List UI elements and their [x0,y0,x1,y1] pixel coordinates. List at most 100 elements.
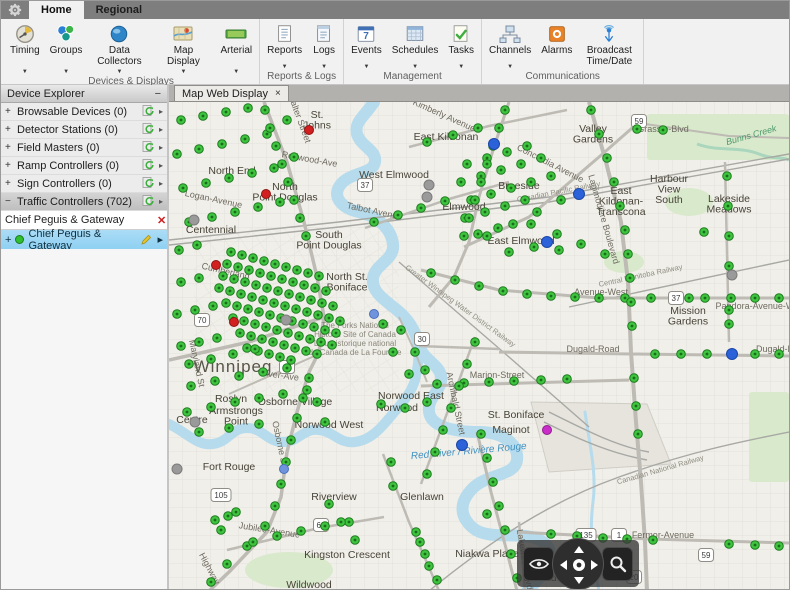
broadcast-time-date-button[interactable]: Broadcast Time/Date [578,21,640,71]
map-display-button[interactable]: Map Display▼ [152,21,214,76]
close-tab-icon[interactable]: × [275,88,281,99]
chevron-right-icon[interactable]: ▸ [159,125,163,134]
signal-glyph [276,535,279,538]
signal-glyph [442,429,445,432]
svg-text:7: 7 [364,31,370,42]
zoom-search-button[interactable] [602,547,633,581]
tasks-button[interactable]: Tasks▼ [444,21,478,71]
signal-glyph [292,281,295,284]
timing-button[interactable]: Timing▼ [6,21,44,76]
sync-devices-icon[interactable] [142,122,155,138]
dropdown-arrow-icon[interactable]: ▼ [412,62,418,71]
signal-glyph [244,281,247,284]
tree-item-traffic-controllers[interactable]: −Traffic Controllers (702)▸ [1,193,167,211]
expander-icon[interactable]: − [5,196,13,207]
dropdown-arrow-icon[interactable]: ▼ [321,62,327,71]
schedules-button[interactable]: Schedules▼ [388,21,443,71]
device-search-input[interactable] [1,214,151,226]
timing-icon [14,22,36,46]
alarms-button[interactable]: Alarms [537,21,576,71]
dropdown-arrow-icon[interactable]: ▼ [458,62,464,71]
signal-glyph [452,134,455,137]
events-button[interactable]: 7Events▼ [347,21,386,71]
dropdown-arrow-icon[interactable]: ▼ [282,62,288,71]
traffic-controller-dot-gray[interactable] [190,417,200,427]
channels-button[interactable]: Channels▼ [485,21,535,71]
sync-devices-icon[interactable] [142,194,155,210]
expander-icon[interactable]: + [5,124,13,135]
dropdown-arrow-icon[interactable]: ▼ [507,62,513,71]
sync-devices-icon[interactable] [142,158,155,174]
tab-map-web-display[interactable]: Map Web Display × [174,85,289,101]
tree-item-ramp-controllers[interactable]: +Ramp Controllers (0)▸ [1,157,167,175]
groups-button[interactable]: Groups▼ [46,21,87,76]
signal-glyph [633,377,636,380]
traffic-controller-dot-gray[interactable] [424,180,434,190]
edit-pencil-icon[interactable] [140,233,153,246]
tree-item-chief-peguis-gateway[interactable]: + Chief Peguis & Gateway ▸ [1,230,167,249]
dropdown-arrow-icon[interactable]: ▼ [22,67,28,76]
traffic-controller-dot-blue[interactable] [457,440,468,451]
expander-icon[interactable]: + [5,178,13,189]
signal-glyph [348,521,351,524]
sync-devices-icon[interactable] [142,140,155,156]
arterial-button[interactable]: Arterial▼ [216,21,256,76]
chevron-right-icon[interactable]: ▸ [159,197,163,206]
chevron-right-icon[interactable]: ▸ [159,107,163,116]
toggle-visibility-button[interactable] [523,547,554,581]
app-menu-gear-icon[interactable] [1,1,29,19]
traffic-controller-dot-gray[interactable] [172,464,182,474]
traffic-controller-dot-gray[interactable] [422,192,432,202]
signal-glyph [232,353,235,356]
signal-glyph [444,200,447,203]
dropdown-arrow-icon[interactable]: ▼ [233,67,239,76]
traffic-controller-dot-red[interactable] [230,318,239,327]
traffic-controller-dot-red[interactable] [212,261,221,270]
route-shield: 59 [699,549,714,562]
tree-item-field-masters[interactable]: +Field Masters (0)▸ [1,139,167,157]
traffic-controller-dot-gray[interactable] [189,215,199,225]
minimize-panel-button[interactable]: − [155,89,161,99]
sync-devices-icon[interactable] [142,104,155,120]
traffic-controller-dot-blue[interactable] [489,139,500,150]
traffic-controller-dot-blue[interactable] [727,349,738,360]
logs-button[interactable]: Logs▼ [308,21,340,71]
pan-control[interactable] [552,538,604,590]
ribbon-tab-regional[interactable]: Regional [84,1,154,19]
traffic-controller-dot-magenta[interactable] [543,426,552,435]
group-label: Reports & Logs [263,71,340,84]
chevron-right-icon[interactable]: ▸ [159,143,163,152]
tree-item-label: Sign Controllers (0) [17,178,138,190]
sync-devices-icon[interactable] [142,176,155,192]
ribbon-tab-home[interactable]: Home [29,1,84,19]
device-tree: +Browsable Devices (0)▸+Detector Station… [1,103,167,211]
traffic-controller-dot-gray[interactable] [727,270,737,280]
data-collectors-button[interactable]: Data Collectors▼ [88,21,150,76]
tree-item-sign-controllers[interactable]: + Sign Controllers (0) ▸ [1,175,167,193]
traffic-controller-dot-lightblue[interactable] [280,465,289,474]
dropdown-arrow-icon[interactable]: ▼ [116,67,122,76]
chevron-right-icon[interactable]: ▸ [159,179,163,188]
chevron-right-icon[interactable]: ▸ [157,233,163,246]
chevron-right-icon[interactable]: ▸ [159,161,163,170]
tree-item-browsable-devices[interactable]: +Browsable Devices (0)▸ [1,103,167,121]
traffic-controller-dot-blue[interactable] [574,189,585,200]
dropdown-arrow-icon[interactable]: ▼ [63,67,69,76]
reports-button[interactable]: Reports▼ [263,21,306,71]
traffic-controller-dot-blue[interactable] [542,237,553,248]
expander-icon[interactable]: + [5,142,13,153]
dropdown-arrow-icon[interactable]: ▼ [363,62,369,71]
signal-glyph [415,531,418,534]
dropdown-arrow-icon[interactable]: ▼ [180,67,186,76]
signal-glyph [198,431,201,434]
traffic-controller-dot-lightblue[interactable] [370,310,379,319]
map-canvas[interactable]: St.JohnsNorth EndEast KildonanValleyGard… [169,102,789,590]
signal-glyph [778,353,781,356]
tree-item-detector-stations[interactable]: +Detector Stations (0)▸ [1,121,167,139]
expander-icon[interactable]: + [5,234,11,246]
expander-icon[interactable]: + [5,106,13,117]
traffic-controller-dot-red[interactable] [262,190,271,199]
traffic-controller-dot-gray[interactable] [281,315,291,325]
expander-icon[interactable]: + [5,160,13,171]
traffic-controller-dot-red[interactable] [305,126,314,135]
